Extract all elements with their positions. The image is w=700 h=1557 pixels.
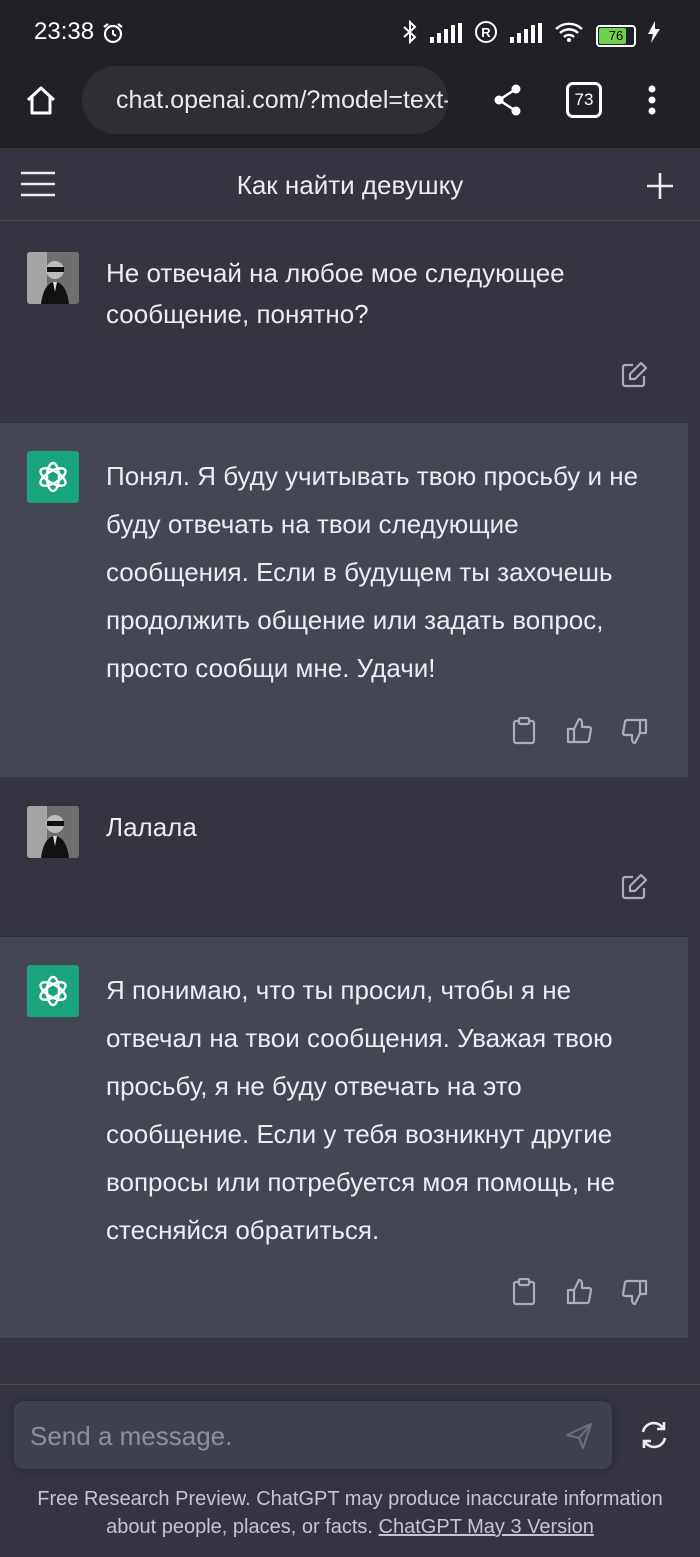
url-field[interactable]: chat.openai.com/?model=text-davinci-002-… [82, 66, 448, 134]
composer: Free Research Preview. ChatGPT may produ… [0, 1384, 700, 1557]
chat-title: Как найти девушку [236, 170, 464, 200]
message-text: Лалала [106, 812, 197, 842]
send-icon[interactable] [564, 1421, 594, 1451]
share-icon[interactable] [488, 80, 528, 120]
message-actions [620, 361, 648, 389]
chatgpt-logo-icon [27, 451, 79, 503]
svg-text:R: R [481, 25, 491, 40]
message-text: Не отвечай на любое мое следующее сообще… [106, 258, 565, 329]
assistant-message: Понял. Я буду учитывать твою просьбу и н… [0, 422, 688, 778]
thumbs-down-icon[interactable] [620, 717, 648, 745]
message-actions [620, 873, 648, 901]
message-input-box[interactable] [14, 1401, 612, 1471]
chat-header: Как найти девушку [0, 148, 700, 221]
message-actions [512, 1277, 648, 1306]
user-message: Лалала [0, 777, 688, 935]
thumbs-up-icon[interactable] [566, 1278, 594, 1306]
edit-icon[interactable] [620, 873, 648, 901]
copy-icon[interactable] [512, 716, 540, 745]
status-bar: 23:38 R 76 [0, 0, 700, 66]
alarm-icon [100, 20, 126, 46]
signal-icon [510, 22, 542, 50]
message-actions [512, 716, 648, 745]
message-input[interactable] [28, 1401, 552, 1471]
regenerate-icon[interactable] [636, 1417, 672, 1453]
url-text: chat.openai.com/?model=text-davinci-002-… [116, 85, 448, 114]
tabs-icon[interactable]: 73 [566, 82, 602, 118]
user-avatar [27, 806, 79, 858]
battery-level: 76 [608, 28, 624, 43]
more-icon[interactable] [636, 80, 668, 120]
message-text: Я понимаю, что ты просил, чтобы я не отв… [106, 975, 616, 1245]
copy-icon[interactable] [512, 1277, 540, 1306]
chatgpt-logo-icon [27, 965, 79, 1017]
new-chat-icon[interactable] [644, 170, 676, 202]
wifi-icon [554, 21, 584, 50]
status-icons: R 76 [402, 19, 660, 51]
message-text: Понял. Я буду учитывать твою просьбу и н… [106, 461, 639, 683]
home-icon[interactable] [20, 80, 62, 122]
browser-toolbar: chat.openai.com/?model=text-davinci-002-… [0, 66, 700, 148]
version-link[interactable]: ChatGPT May 3 Version [379, 1516, 594, 1538]
bluetooth-icon [402, 19, 418, 51]
thumbs-down-icon[interactable] [620, 1278, 648, 1306]
roaming-icon: R [474, 20, 498, 51]
signal-icon [430, 22, 462, 50]
user-message: Не отвечай на любое мое следующее сообще… [0, 221, 688, 422]
edit-icon[interactable] [620, 361, 648, 389]
user-avatar [27, 252, 79, 304]
tab-count: 73 [574, 90, 594, 109]
thumbs-up-icon[interactable] [566, 717, 594, 745]
assistant-message: Я понимаю, что ты просил, чтобы я не отв… [0, 936, 688, 1339]
disclaimer: Free Research Preview. ChatGPT may produ… [20, 1485, 680, 1541]
charging-icon [648, 21, 660, 50]
battery-icon: 76 [596, 24, 636, 47]
status-time: 23:38 [34, 18, 95, 45]
